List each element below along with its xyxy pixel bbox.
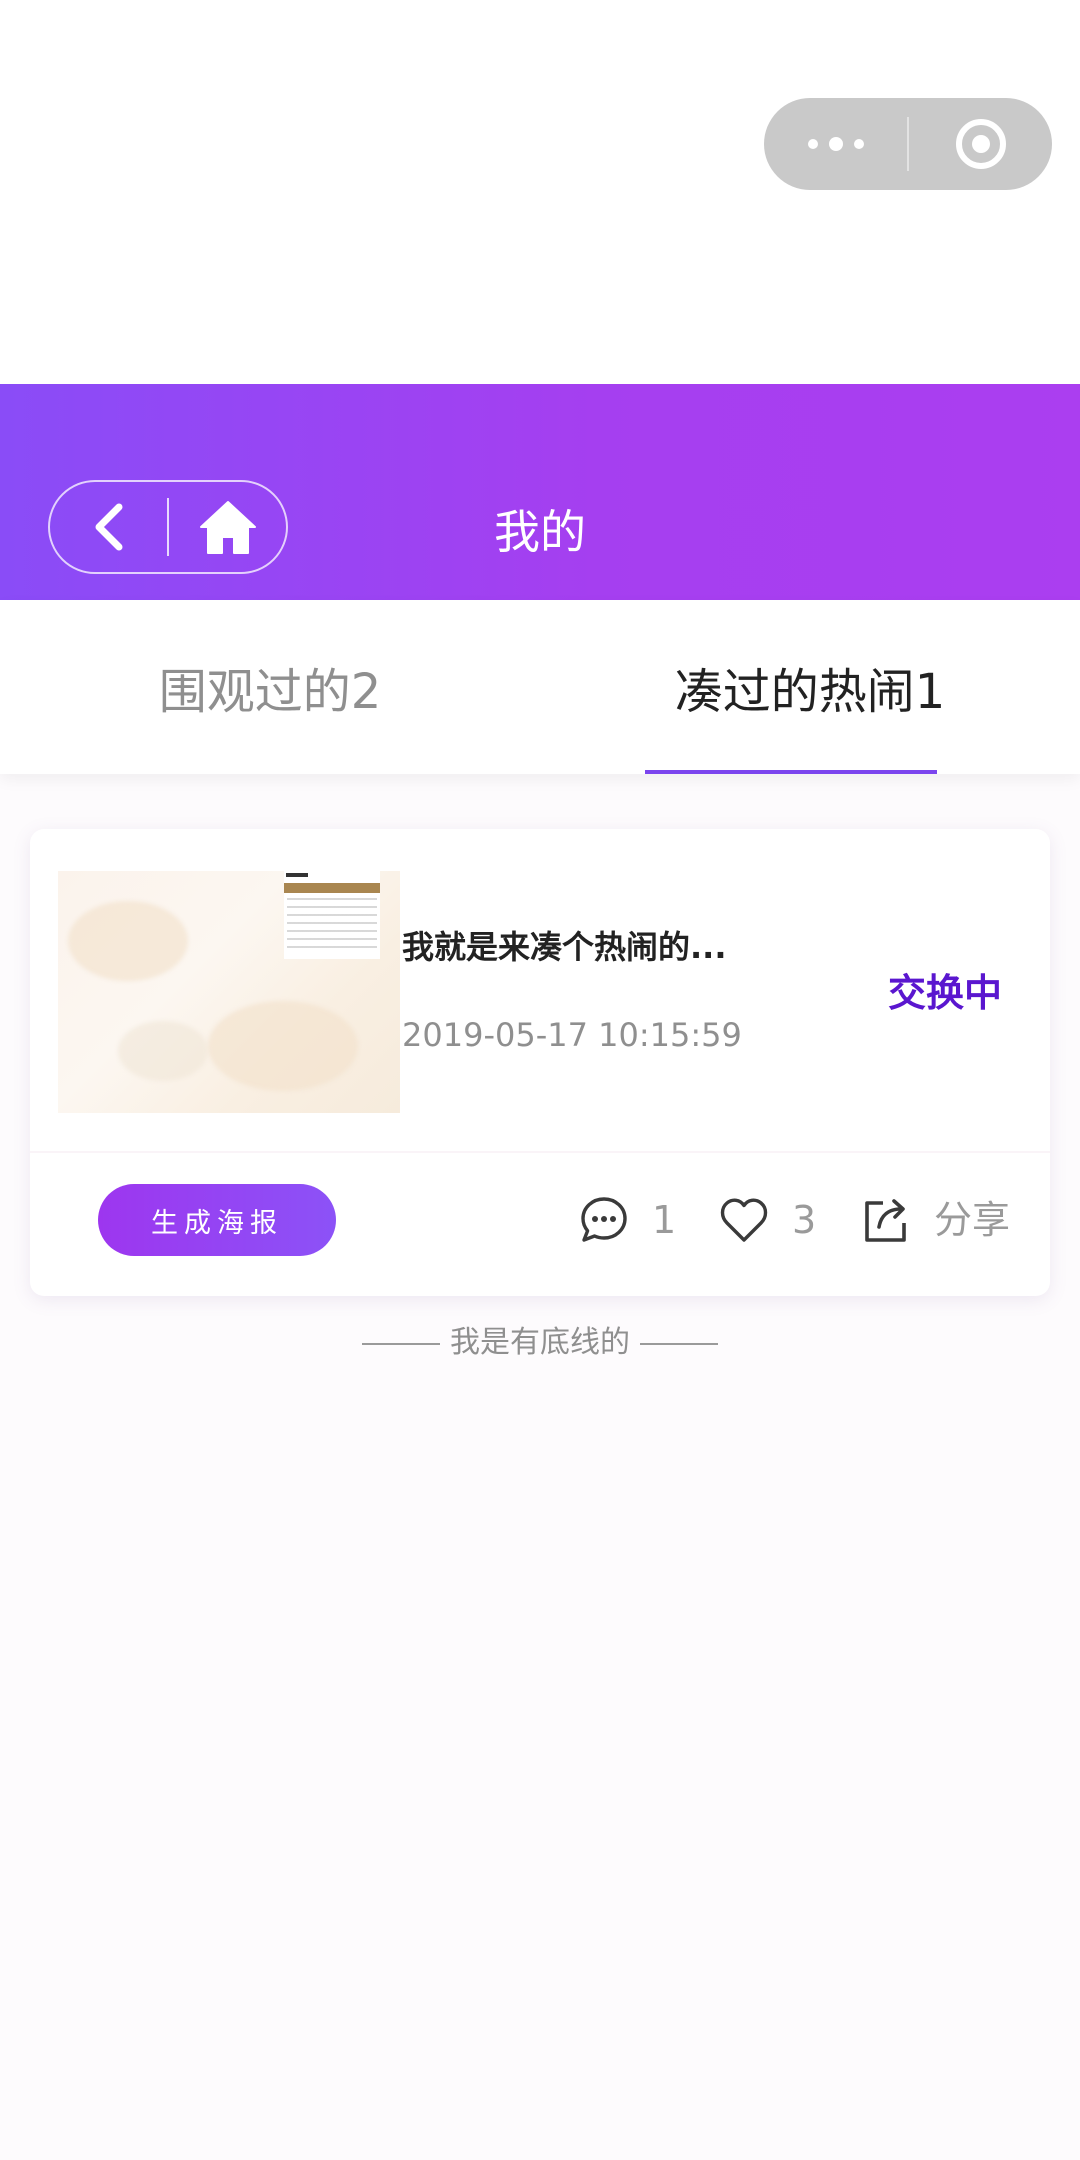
footer-dash-right: [640, 1342, 718, 1345]
footer-dash-left: [362, 1342, 440, 1345]
like-stat[interactable]: 3: [718, 1194, 816, 1246]
post-title[interactable]: 我就是来凑个热闹的...: [402, 925, 726, 969]
tab-label: 凑过的热闹1: [674, 664, 946, 720]
comment-stat[interactable]: 1: [578, 1194, 676, 1246]
tab-watched[interactable]: 围观过的2: [0, 600, 540, 774]
footer-text: 我是有底线的: [450, 1325, 630, 1360]
like-count: 3: [792, 1198, 817, 1242]
comment-bubble-icon: [578, 1194, 630, 1246]
mini-program-capsule: [764, 98, 1052, 190]
tab-bar: 围观过的2 凑过的热闹1: [0, 600, 1080, 774]
post-thumbnail[interactable]: [58, 871, 400, 1113]
status-badge: 交换中: [887, 971, 1002, 1015]
more-dots-icon[interactable]: [764, 98, 907, 190]
page: 我的 围观过的2 凑过的热闹1 我就是来凑个热闹的... 2019-05-17 …: [0, 0, 1080, 2160]
generate-poster-button[interactable]: 生成海报: [98, 1184, 336, 1256]
status-area: [0, 0, 1080, 384]
comment-count: 1: [652, 1198, 677, 1242]
tab-joined[interactable]: 凑过的热闹1: [540, 600, 1080, 774]
active-tab-indicator: [645, 770, 937, 774]
document-preview: [284, 871, 380, 959]
post-card[interactable]: 我就是来凑个热闹的... 2019-05-17 10:15:59 交换中 生成海…: [30, 829, 1050, 1296]
heart-icon: [718, 1194, 770, 1246]
page-header: 我的: [0, 384, 1080, 600]
end-of-list: 我是有底线的: [0, 1322, 1080, 1364]
post-timestamp: 2019-05-17 10:15:59: [402, 1016, 742, 1054]
page-title: 我的: [494, 505, 586, 559]
share-icon: [860, 1194, 912, 1246]
share-label: 分享: [934, 1198, 1011, 1242]
card-divider: [30, 1151, 1050, 1153]
share-button[interactable]: 分享: [860, 1194, 1010, 1246]
close-target-button[interactable]: [909, 98, 1052, 190]
target-circle-icon: [955, 119, 1006, 169]
tab-label: 围观过的2: [158, 664, 382, 720]
